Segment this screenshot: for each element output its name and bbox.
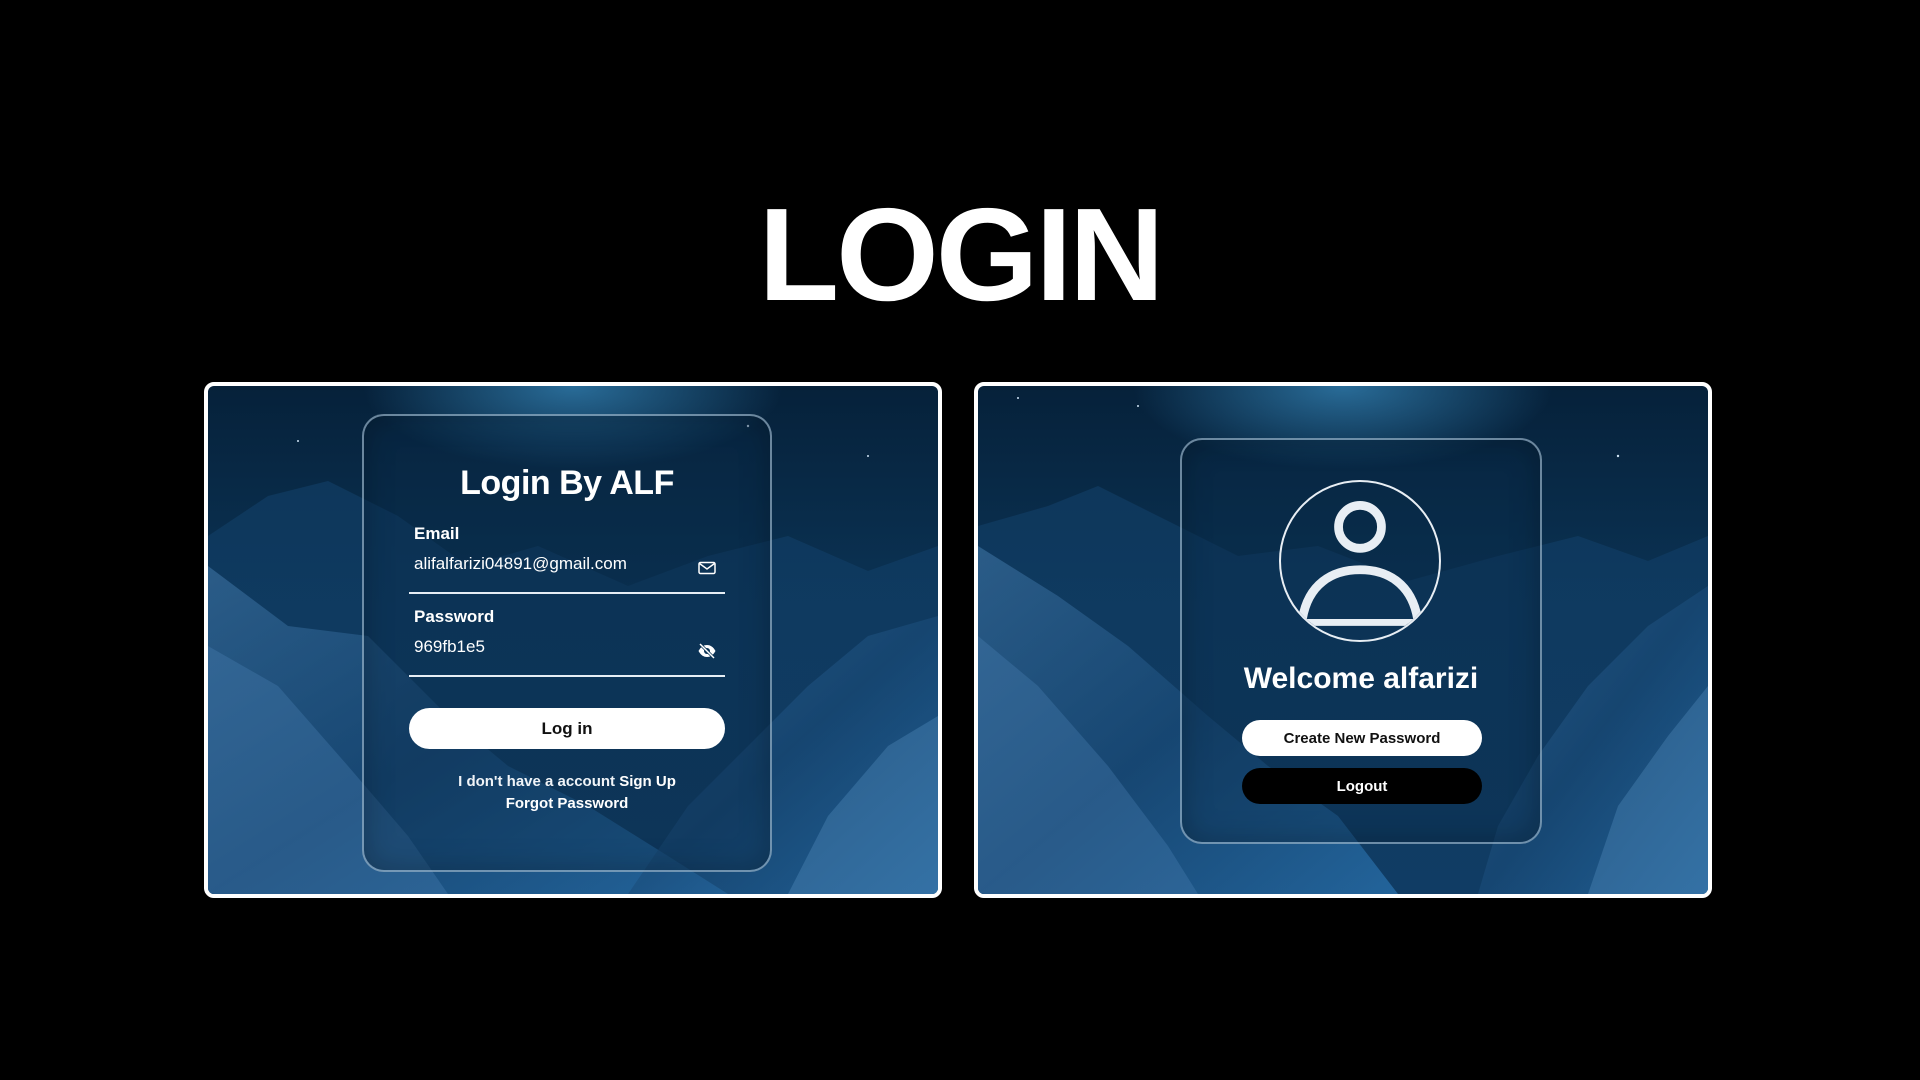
password-input[interactable]	[414, 637, 684, 657]
welcome-card: Welcome alfarizi Create New Password Log…	[1180, 438, 1542, 844]
eye-off-icon[interactable]	[697, 641, 717, 661]
login-button[interactable]: Log in	[409, 708, 725, 749]
signup-link[interactable]: Sign Up	[619, 773, 676, 790]
signup-prompt-text: I don't have a account	[458, 773, 616, 790]
welcome-screenshot-panel: Welcome alfarizi Create New Password Log…	[974, 382, 1712, 898]
welcome-heading: Welcome alfarizi	[1243, 662, 1479, 695]
mail-icon	[697, 558, 717, 578]
email-field-row	[409, 548, 725, 594]
password-field-group: Password	[409, 607, 725, 677]
signup-prompt-line: I don't have a account Sign Up	[364, 773, 770, 790]
logout-button[interactable]: Logout	[1242, 768, 1482, 804]
login-heading: Login By ALF	[460, 464, 674, 502]
login-screenshot-panel: Login By ALF Email Password	[204, 382, 942, 898]
login-card: Login By ALF Email Password	[362, 414, 772, 872]
create-new-password-button[interactable]: Create New Password	[1242, 720, 1482, 756]
email-input[interactable]	[414, 554, 684, 574]
email-label: Email	[414, 524, 460, 543]
password-label: Password	[414, 607, 495, 626]
email-field-group: Email	[409, 524, 725, 594]
password-field-row	[409, 631, 725, 677]
page-title: LOGIN	[758, 181, 1165, 328]
forgot-password-link[interactable]: Forgot Password	[364, 795, 770, 812]
user-icon	[1279, 480, 1441, 642]
